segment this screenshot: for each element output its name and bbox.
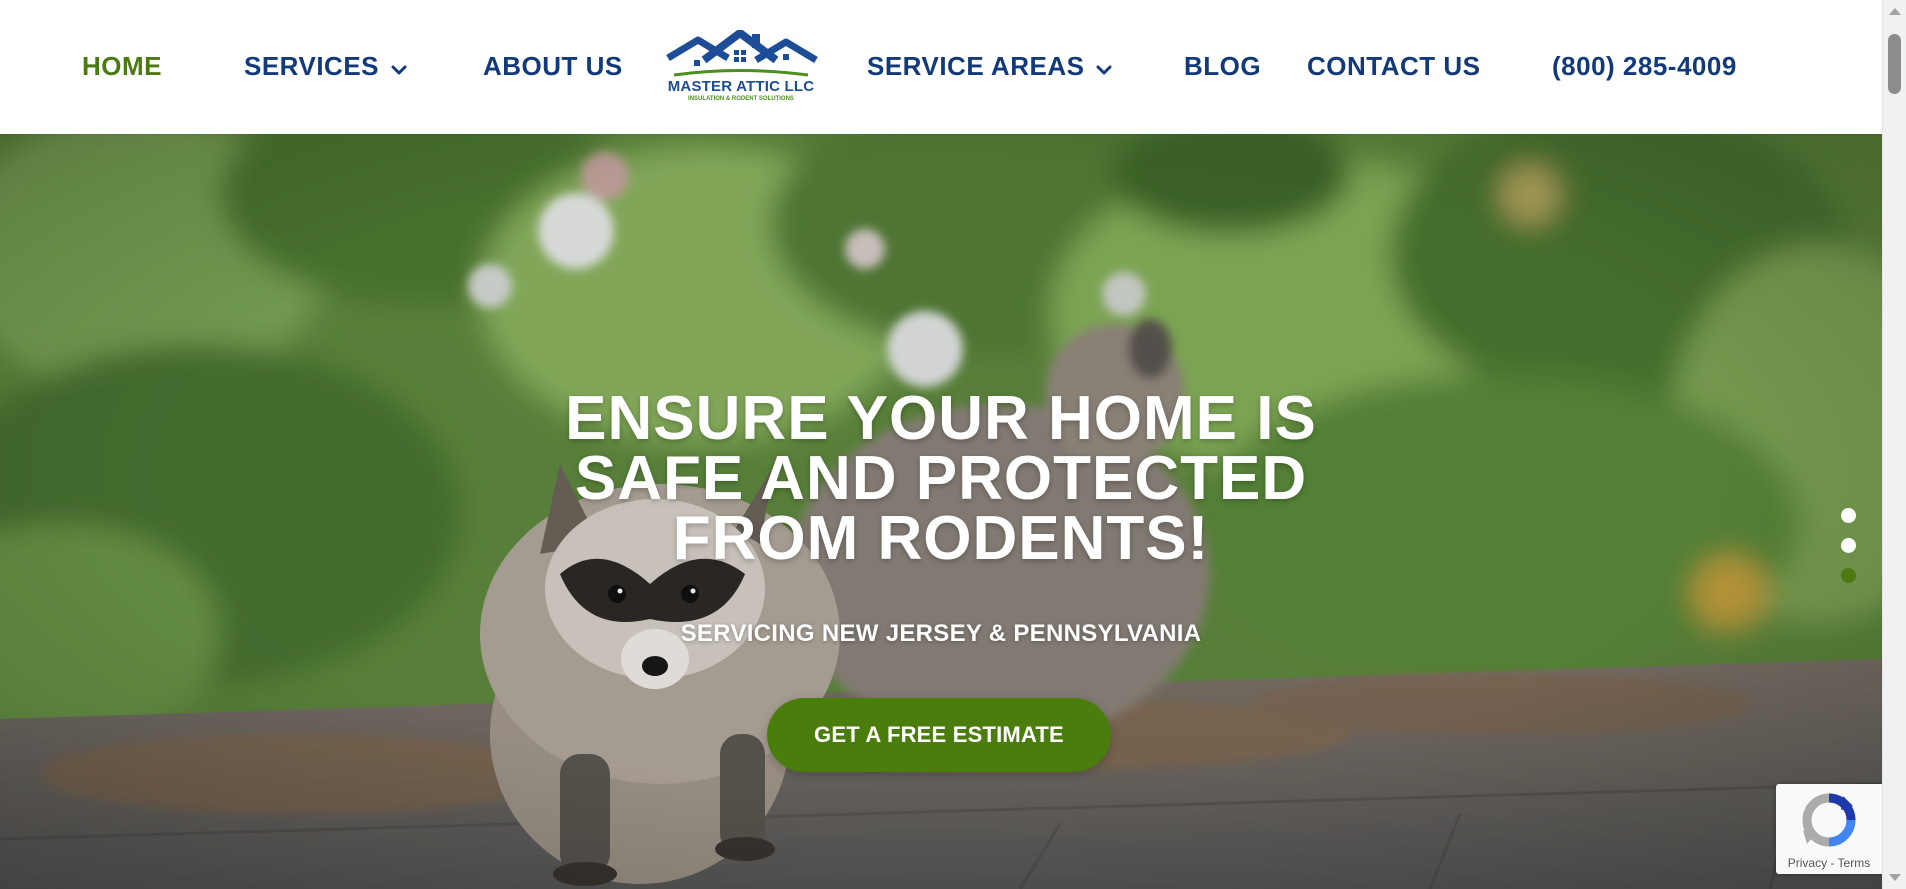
nav-service-areas-label: SERVICE AREAS — [867, 51, 1085, 81]
logo-tagline: INSULATION & RODENT SOLUTIONS — [688, 96, 794, 102]
nav-service-areas[interactable]: SERVICE AREAS — [867, 48, 1112, 84]
nav-services[interactable]: SERVICES — [244, 48, 407, 84]
get-free-estimate-button[interactable]: GET A FREE ESTIMATE — [767, 698, 1111, 772]
nav-about-us[interactable]: ABOUT US — [483, 48, 623, 84]
nav-contact-us[interactable]: CONTACT US — [1307, 48, 1481, 84]
scrollbar-thumb[interactable] — [1888, 34, 1901, 94]
nav-services-label: SERVICES — [244, 51, 380, 81]
site-header: HOME SERVICES ABOUT US MASTER ATTIC LLC … — [0, 0, 1882, 134]
site-logo[interactable]: MASTER ATTIC LLC INSULATION & RODENT SOL… — [664, 30, 818, 110]
slider-dot-2[interactable] — [1841, 538, 1856, 553]
logo-name: MASTER ATTIC LLC — [667, 78, 815, 95]
nav-blog[interactable]: BLOG — [1184, 48, 1261, 84]
hero-subtitle: SERVICING NEW JERSEY & PENNSYLVANIA — [680, 620, 1202, 647]
scroll-up-arrow-icon[interactable] — [1889, 8, 1901, 15]
hero-title-line-3: FROM RODENTS! — [672, 504, 1210, 573]
page-scrollbar[interactable] — [1882, 0, 1906, 889]
hero-title-line-2: SAFE AND PROTECTED — [574, 444, 1308, 513]
recaptcha-icon — [1802, 793, 1856, 847]
hero-title: ENSURE YOUR HOME IS SAFE AND PROTECTED F… — [441, 384, 1441, 573]
recaptcha-terms[interactable]: Privacy - Terms — [1776, 856, 1882, 870]
hero-title-line-1: ENSURE YOUR HOME IS — [565, 384, 1317, 453]
slider-dot-1[interactable] — [1841, 508, 1856, 523]
nav-home[interactable]: HOME — [82, 48, 162, 84]
slider-pagination — [1841, 508, 1857, 588]
hero-banner: ENSURE YOUR HOME IS SAFE AND PROTECTED F… — [0, 134, 1882, 889]
house-roof-icon — [666, 30, 818, 77]
chevron-down-icon — [391, 48, 407, 84]
page: HOME SERVICES ABOUT US MASTER ATTIC LLC … — [0, 0, 1882, 889]
scroll-down-arrow-icon[interactable] — [1889, 874, 1901, 881]
chevron-down-icon — [1096, 48, 1112, 84]
recaptcha-badge[interactable]: Privacy - Terms — [1776, 784, 1882, 874]
phone-link[interactable]: (800) 285-4009 — [1552, 48, 1737, 84]
slider-dot-3[interactable] — [1841, 568, 1856, 583]
